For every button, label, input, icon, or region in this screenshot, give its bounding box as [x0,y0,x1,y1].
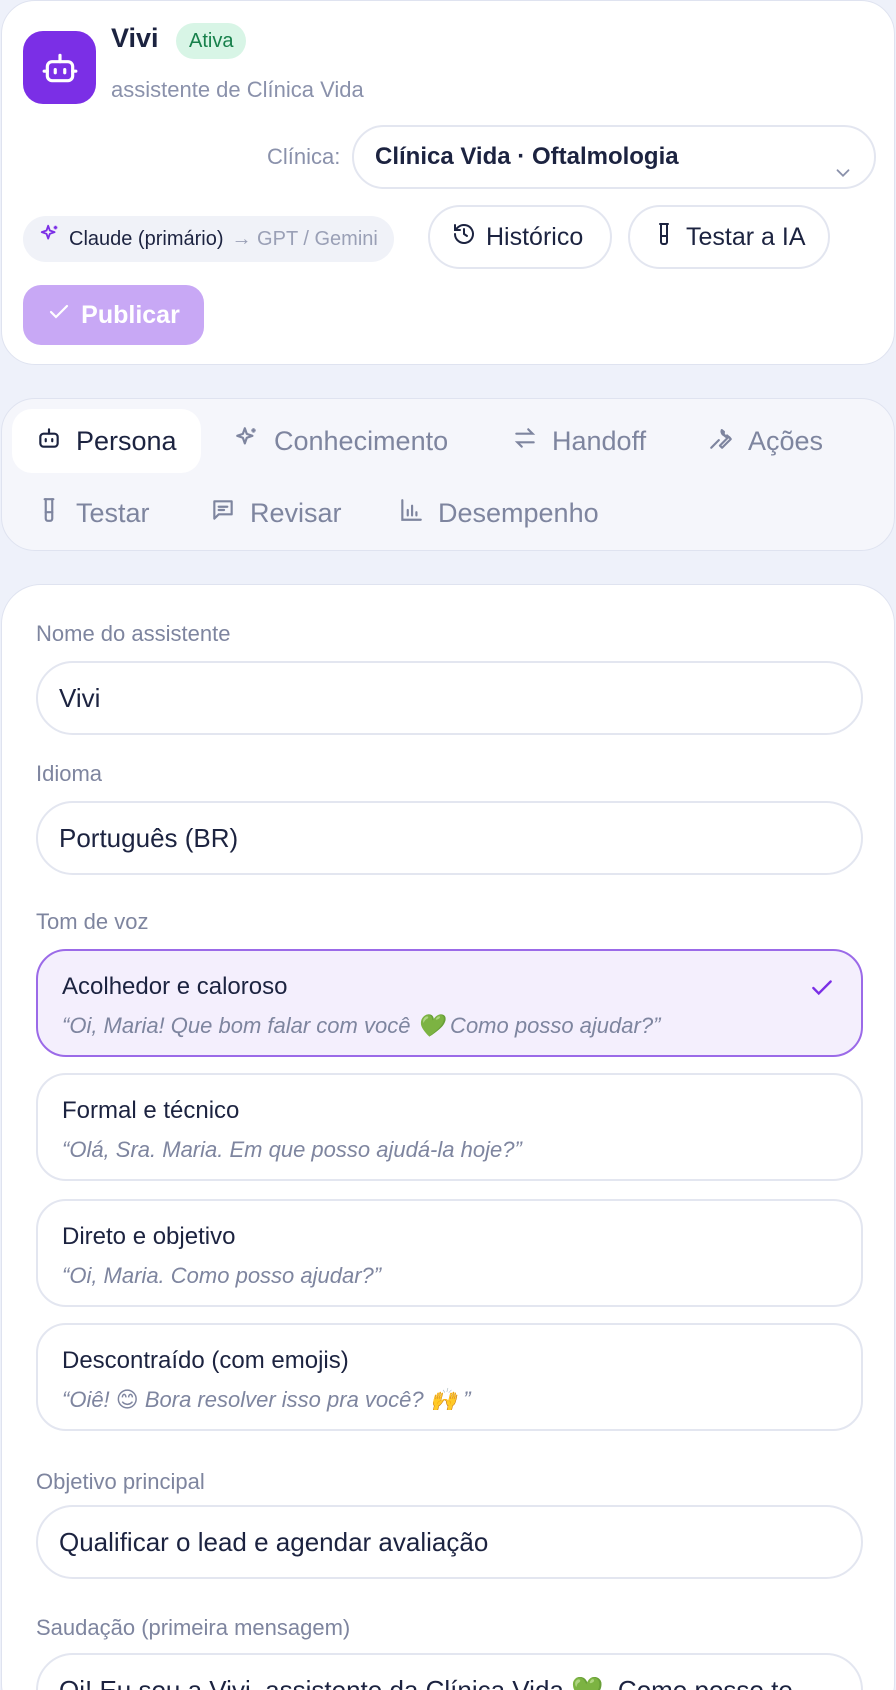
tab-label: Persona [76,425,177,456]
tab-label: Ações [748,425,824,456]
tone-option-acolhedor[interactable]: Acolhedor e caloroso “Oi, Maria! Que bom… [36,949,863,1057]
goal-field-label: Objetivo principal [36,1469,205,1494]
tone-option-descontraido[interactable]: Descontraído (com emojis) “Oiê! 😊 Bora r… [36,1323,863,1431]
tab-label: Revisar [250,497,342,528]
tab-testar[interactable]: Testar [36,481,150,545]
model-routing-chip: Claude (primário) → GPT / Gemini [23,216,394,262]
robot-icon [23,31,96,104]
sparkles-icon [234,425,260,458]
tone-title: Acolhedor e caloroso [62,973,288,1000]
check-icon [809,975,835,1006]
tab-conhecimento[interactable]: Conhecimento [234,409,448,473]
tab-persona[interactable]: Persona [12,409,201,473]
publish-button[interactable]: Publicar [23,285,204,345]
test-ai-button[interactable]: Testar a IA [628,205,830,269]
beaker-icon [652,222,676,253]
tone-example: “Oi, Maria! Que bom falar com você 💚 Com… [62,1013,661,1038]
name-field-label: Nome do assistente [36,621,231,646]
greeting-field-label: Saudação (primeira mensagem) [36,1615,351,1640]
clinic-selected-value: Clínica Vida · Oftalmologia [375,143,679,170]
tone-field-label: Tom de voz [36,909,149,934]
tone-option-direto[interactable]: Direto e objetivo “Oi, Maria. Como posso… [36,1199,863,1307]
tab-label: Handoff [552,425,647,456]
greeting-textarea[interactable]: Oi! Eu sou a Vivi, assistente da Clínica… [36,1653,863,1690]
persona-form-card: Nome do assistente Vivi Idioma Português… [1,584,895,1690]
robot-icon [36,425,62,458]
tab-revisar[interactable]: Revisar [210,481,342,545]
tone-title: Formal e técnico [62,1097,240,1124]
model-primary: Claude (primário) [69,228,224,250]
tone-example: “Oiê! 😊 Bora resolver isso pra você? 🙌 ” [62,1387,471,1412]
assistant-header-card: Vivi Ativa assistente de Clínica Vida Cl… [1,0,895,365]
check-icon [47,300,71,331]
arrows-swap-icon [512,425,538,458]
tab-label: Conhecimento [274,425,449,456]
tone-title: Descontraído (com emojis) [62,1347,349,1374]
language-field-label: Idioma [36,761,103,786]
goal-input[interactable]: Qualificar o lead e agendar avaliação [36,1505,863,1579]
history-icon [452,222,476,253]
message-icon [210,497,236,530]
tab-label: Testar [76,497,150,528]
assistant-subtitle: assistente de Clínica Vida [111,77,364,102]
publish-button-label: Publicar [81,300,180,329]
beaker-icon [36,497,62,530]
tab-desempenho[interactable]: Desempenho [398,481,599,545]
history-button-label: Histórico [486,222,584,251]
language-input[interactable]: Português (BR) [36,801,863,875]
wrench-icon [708,425,734,458]
tone-title: Direto e objetivo [62,1223,236,1250]
history-button[interactable]: Histórico [428,205,612,269]
tab-handoff[interactable]: Handoff [512,409,646,473]
tab-label: Desempenho [438,497,599,528]
sparkles-icon [39,216,61,262]
tab-bar: Persona Conhecimento Handoff Ações Testa… [1,398,895,551]
tone-option-formal[interactable]: Formal e técnico “Olá, Sra. Maria. Em qu… [36,1073,863,1181]
test-ai-button-label: Testar a IA [686,222,806,251]
clinic-label: Clínica: [267,144,341,169]
tone-example: “Oi, Maria. Como posso ajudar?” [62,1263,382,1288]
tone-example: “Olá, Sra. Maria. Em que posso ajudá-la … [62,1137,522,1162]
clinic-select[interactable]: Clínica Vida · Oftalmologia [352,125,876,189]
status-badge: Ativa [176,23,247,59]
bar-chart-icon [398,497,424,530]
assistant-name-input[interactable]: Vivi [36,661,863,735]
tab-acoes[interactable]: Ações [708,409,823,473]
assistant-name: Vivi [111,23,159,53]
model-fallback: → GPT / Gemini [231,228,378,250]
chevron-down-icon [832,147,854,207]
